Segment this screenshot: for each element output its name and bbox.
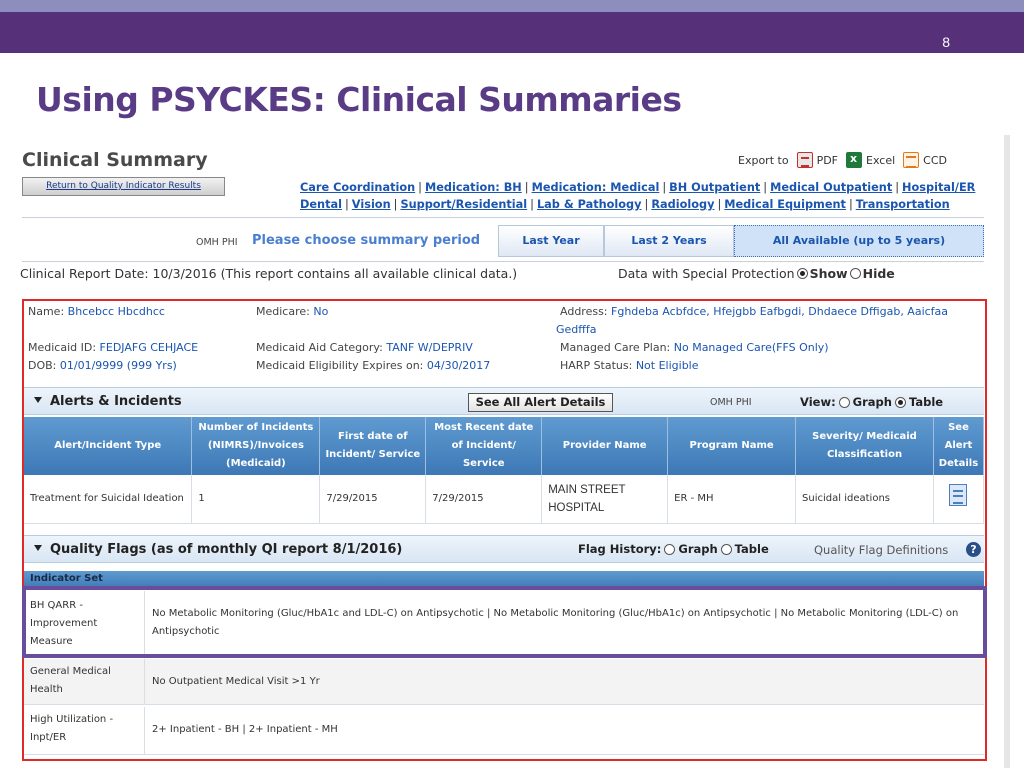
patient-summary-highlight bbox=[22, 299, 987, 761]
slide-header-bar: 8 bbox=[0, 12, 1024, 53]
pdf-icon bbox=[796, 152, 813, 168]
summary-period-selector: OMH PHI Please choose summary period Las… bbox=[22, 225, 984, 259]
period-tab-all-available[interactable]: All Available (up to 5 years) bbox=[734, 225, 984, 257]
nav-link-bh-outpatient[interactable]: BH Outpatient bbox=[669, 181, 760, 194]
export-pdf-label: PDF bbox=[816, 153, 838, 167]
export-pdf-button[interactable]: PDF bbox=[796, 152, 838, 168]
divider bbox=[22, 261, 984, 262]
nav-link-medication-medical[interactable]: Medication: Medical bbox=[532, 181, 660, 194]
nav-link-care-coordination[interactable]: Care Coordination bbox=[300, 181, 415, 194]
ccd-icon bbox=[903, 152, 920, 168]
nav-link-medical-outpatient[interactable]: Medical Outpatient bbox=[770, 181, 892, 194]
nav-link-hospital-er[interactable]: Hospital/ER bbox=[902, 181, 975, 194]
nav-link-radiology[interactable]: Radiology bbox=[651, 198, 714, 211]
special-protection-label: Data with Special Protection bbox=[618, 266, 795, 281]
bh-qarr-highlight bbox=[22, 586, 987, 658]
slide-title: Using PSYCKES: Clinical Summaries bbox=[36, 80, 682, 119]
slide-number: 8 bbox=[942, 34, 950, 50]
hide-radio[interactable] bbox=[849, 268, 861, 279]
return-to-qi-results-button[interactable]: Return to Quality Indicator Results bbox=[22, 177, 225, 196]
export-label: Export to bbox=[738, 153, 789, 167]
export-bar: Export to PDF Excel CCD bbox=[738, 152, 947, 168]
period-tab-last-year[interactable]: Last Year bbox=[498, 225, 604, 257]
nav-link-medical-equipment[interactable]: Medical Equipment bbox=[724, 198, 846, 211]
show-radio[interactable] bbox=[796, 268, 808, 279]
nav-link-support-residential[interactable]: Support/Residential bbox=[400, 198, 527, 211]
export-excel-button[interactable]: Excel bbox=[846, 152, 895, 168]
period-prompt: Please choose summary period bbox=[252, 233, 481, 248]
omh-phi-label: OMH PHI bbox=[196, 237, 238, 248]
export-excel-label: Excel bbox=[866, 153, 896, 167]
clinical-summary-screenshot: Clinical Summary Return to Quality Indic… bbox=[14, 135, 1010, 768]
nav-link-medication-bh[interactable]: Medication: BH bbox=[425, 181, 522, 194]
nav-link-lab-pathology[interactable]: Lab & Pathology bbox=[537, 198, 642, 211]
clinical-report-date: Clinical Report Date: 10/3/2016 (This re… bbox=[20, 266, 518, 281]
hide-label: Hide bbox=[862, 266, 895, 281]
show-label: Show bbox=[809, 266, 848, 281]
period-tab-last-2-years[interactable]: Last 2 Years bbox=[604, 225, 734, 257]
slide-top-strip bbox=[0, 0, 1024, 12]
special-protection-toggle: Data with Special Protection Show Hide bbox=[618, 266, 895, 281]
nav-link-vision[interactable]: Vision bbox=[352, 198, 391, 211]
divider bbox=[22, 217, 984, 218]
export-ccd-label: CCD bbox=[923, 153, 947, 167]
nav-link-dental[interactable]: Dental bbox=[300, 198, 342, 211]
page-title: Clinical Summary bbox=[22, 149, 208, 171]
nav-link-transportation[interactable]: Transportation bbox=[856, 198, 950, 211]
excel-icon bbox=[846, 152, 862, 168]
window-edge bbox=[1004, 135, 1010, 768]
section-nav-links: Care Coordination | Medication: BH | Medicat… bbox=[300, 181, 976, 211]
export-ccd-button[interactable]: CCD bbox=[903, 152, 947, 168]
